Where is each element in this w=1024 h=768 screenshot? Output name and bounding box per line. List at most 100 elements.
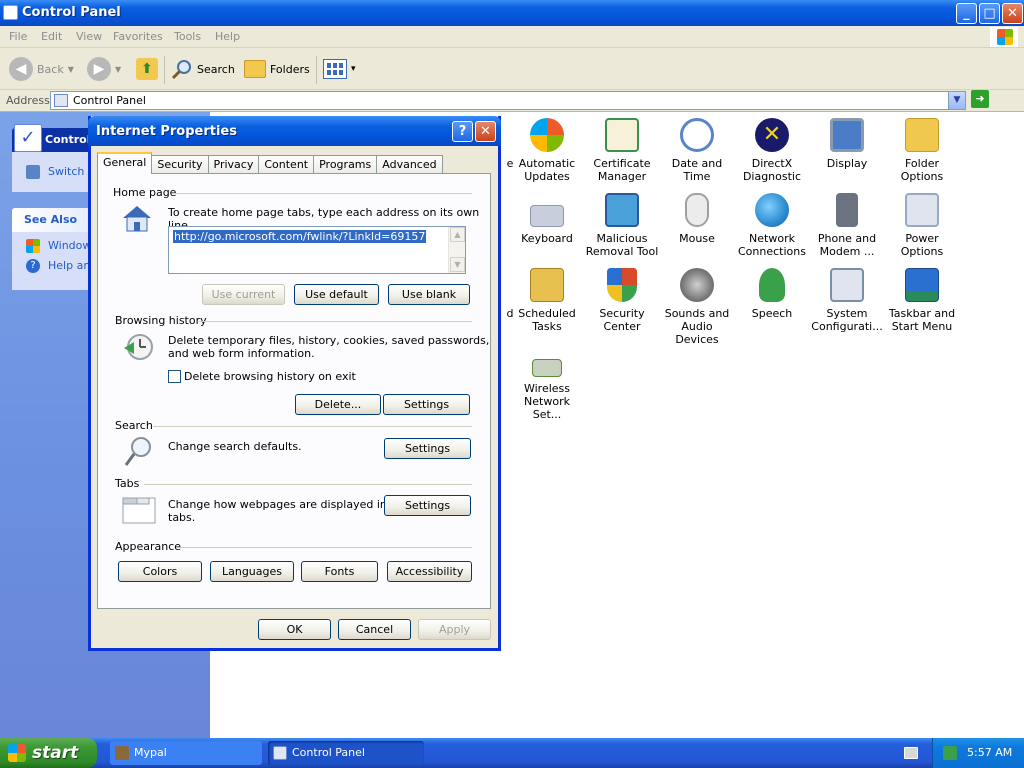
tabs-description-2: tabs. xyxy=(168,511,196,524)
home-page-url-textarea[interactable]: http://go.microsoft.com/fwlink/?LinkId=6… xyxy=(168,226,466,274)
url-textarea-scrollbar[interactable]: ▲ ▼ xyxy=(448,227,465,273)
languages-button[interactable]: Languages xyxy=(210,561,294,582)
menu-edit[interactable]: Edit xyxy=(41,30,62,43)
taskbar-item-mypal[interactable]: Mypal xyxy=(110,741,262,765)
keyboard-icon xyxy=(530,205,564,227)
tab-advanced[interactable]: Advanced xyxy=(376,155,443,174)
browsing-history-description-1: Delete temporary files, history, cookies… xyxy=(168,334,490,347)
control-panel-panel-title: Control xyxy=(45,133,91,146)
control-panel-task-icon xyxy=(273,746,287,760)
menu-file[interactable]: File xyxy=(9,30,27,43)
control-panel-small-icon xyxy=(54,94,68,107)
taskbar-item-control-panel[interactable]: Control Panel xyxy=(268,741,424,765)
tab-security[interactable]: Security xyxy=(151,155,209,174)
speech-icon xyxy=(759,268,785,302)
address-label: Address xyxy=(6,94,50,107)
help-icon: ? xyxy=(26,259,40,273)
item-certificate-manager[interactable]: Certificate Manager xyxy=(584,118,660,183)
item-automatic-updates[interactable]: Automatic Updates xyxy=(509,118,585,183)
folders-label: Folders xyxy=(270,62,310,76)
history-clock-icon xyxy=(122,332,156,362)
display-icon xyxy=(830,118,864,152)
up-folder-icon: ⬆ xyxy=(136,58,158,80)
item-system-configuration[interactable]: System Configurati... xyxy=(809,268,885,333)
up-folder-button[interactable]: ⬆ xyxy=(136,56,158,82)
start-label: start xyxy=(32,743,79,763)
taskbar-icon xyxy=(905,268,939,302)
windows-update-icon xyxy=(26,239,40,253)
network-tray-icon[interactable] xyxy=(943,746,957,760)
use-default-button[interactable]: Use default xyxy=(294,284,379,305)
use-current-button[interactable]: Use current xyxy=(202,284,285,305)
item-date-and-time[interactable]: Date and Time xyxy=(659,118,735,183)
cancel-button[interactable]: Cancel xyxy=(338,619,411,640)
item-wireless-network-setup[interactable]: Wireless Network Set... xyxy=(509,343,585,421)
accessibility-button[interactable]: Accessibility xyxy=(387,561,472,582)
tab-general[interactable]: General xyxy=(97,152,153,174)
minimize-button[interactable]: _ xyxy=(956,3,977,24)
item-power-options[interactable]: Power Options xyxy=(884,193,960,258)
dialog-help-button[interactable]: ? xyxy=(452,121,473,142)
item-mouse[interactable]: Mouse xyxy=(659,193,735,245)
keyboard-tray-icon[interactable] xyxy=(904,747,918,759)
window-title-bar[interactable]: Control Panel _ □ ✕ xyxy=(0,0,1024,26)
automatic-updates-icon xyxy=(530,118,564,152)
item-sounds-and-audio[interactable]: Sounds and Audio Devices xyxy=(659,268,735,346)
appearance-group-label: Appearance xyxy=(115,540,182,553)
colors-button[interactable]: Colors xyxy=(118,561,202,582)
item-directx-diagnostic[interactable]: ✕ DirectX Diagnostic xyxy=(734,118,810,183)
back-arrow-icon: ◀ xyxy=(9,57,33,81)
search-group-label: Search xyxy=(115,419,153,432)
item-taskbar-and-start-menu[interactable]: Taskbar and Start Menu xyxy=(884,268,960,333)
item-folder-options[interactable]: Folder Options xyxy=(884,118,960,183)
clock[interactable]: 5:57 AM xyxy=(967,746,1012,759)
apply-button[interactable]: Apply xyxy=(418,619,491,640)
dialog-title-bar[interactable]: Internet Properties ? ✕ xyxy=(88,116,501,146)
address-input[interactable]: Control Panel ▼ xyxy=(50,91,966,110)
search-settings-button[interactable]: Settings xyxy=(384,438,471,459)
tabs-description-1: Change how webpages are displayed in xyxy=(168,498,387,511)
system-tray: 5:57 AM xyxy=(932,738,1024,768)
go-button[interactable]: ➜ Go xyxy=(971,89,989,108)
tabs-settings-button[interactable]: Settings xyxy=(384,495,471,516)
menu-view[interactable]: View xyxy=(76,30,102,43)
item-malicious-removal-tool[interactable]: Malicious Removal Tool xyxy=(584,193,660,258)
internet-properties-dialog: Internet Properties ? ✕ General Security… xyxy=(88,116,501,651)
tab-content[interactable]: Content xyxy=(258,155,315,174)
item-security-center[interactable]: Security Center xyxy=(584,268,660,333)
maximize-button[interactable]: □ xyxy=(979,3,1000,24)
ok-button[interactable]: OK xyxy=(258,619,331,640)
menu-help[interactable]: Help xyxy=(215,30,240,43)
windows-logo-icon xyxy=(990,27,1018,47)
menu-favorites[interactable]: Favorites xyxy=(113,30,163,43)
delete-history-button[interactable]: Delete... xyxy=(295,394,381,415)
folders-button[interactable]: Folders xyxy=(244,56,310,82)
use-blank-button[interactable]: Use blank xyxy=(388,284,470,305)
forward-arrow-icon: ▶ xyxy=(87,57,111,81)
menu-bar: File Edit View Favorites Tools Help xyxy=(0,26,1024,48)
forward-button[interactable]: ▶ ▼ xyxy=(87,56,121,82)
menu-tools[interactable]: Tools xyxy=(174,30,201,43)
views-button[interactable]: ▾ xyxy=(323,56,356,82)
delete-history-on-exit-checkbox[interactable] xyxy=(168,370,181,383)
item-network-connections[interactable]: Network Connections xyxy=(734,193,810,258)
go-arrow-icon: ➜ xyxy=(971,89,989,108)
item-phone-and-modem[interactable]: Phone and Modem ... xyxy=(809,193,885,258)
item-scheduled-tasks[interactable]: Scheduled Tasks xyxy=(509,268,585,333)
wireless-icon xyxy=(532,359,562,377)
tab-privacy[interactable]: Privacy xyxy=(207,155,260,174)
scroll-down-arrow-icon: ▼ xyxy=(450,257,465,272)
start-button[interactable]: start xyxy=(0,738,97,768)
history-settings-button[interactable]: Settings xyxy=(383,394,470,415)
dialog-close-button[interactable]: ✕ xyxy=(475,121,496,142)
item-keyboard[interactable]: Keyboard xyxy=(509,193,585,245)
search-magnifier-icon xyxy=(122,434,156,468)
fonts-button[interactable]: Fonts xyxy=(301,561,378,582)
item-speech[interactable]: Speech xyxy=(734,268,810,320)
back-button[interactable]: ◀ Back ▼ xyxy=(9,56,74,82)
tab-programs[interactable]: Programs xyxy=(313,155,378,174)
search-button[interactable]: Search xyxy=(171,56,235,82)
item-display[interactable]: Display xyxy=(809,118,885,170)
address-dropdown-button[interactable]: ▼ xyxy=(948,92,965,109)
close-button[interactable]: ✕ xyxy=(1002,3,1023,24)
